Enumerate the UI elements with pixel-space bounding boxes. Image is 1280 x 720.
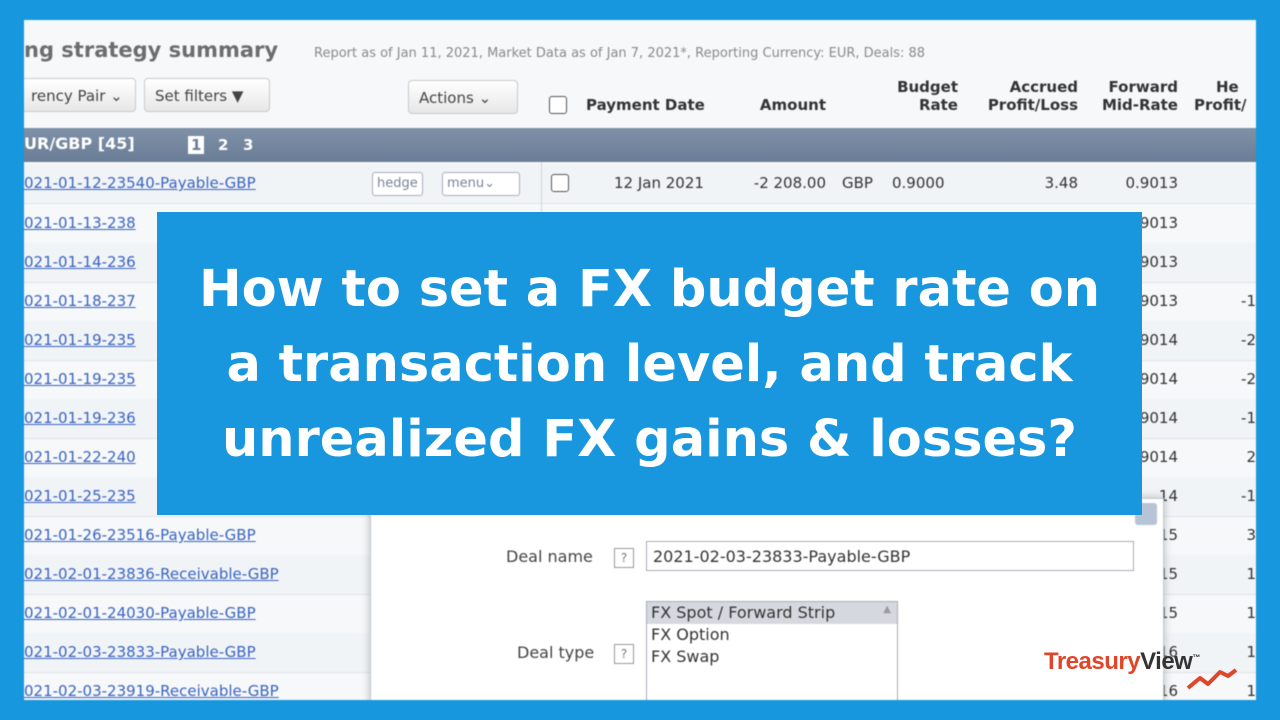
hedge-header-line1: He <box>1216 78 1239 96</box>
banner-heading: How to set a FX budget rate on a transac… <box>157 252 1142 477</box>
deal-link[interactable]: 021-01-19-235 <box>24 370 136 388</box>
budget-rate-header-line1: Budget <box>897 78 958 96</box>
report-meta: Report as of Jan 11, 2021, Market Data a… <box>314 46 926 61</box>
accrued-header-line2: Profit/Loss <box>987 96 1078 114</box>
forward-rate-cell: 0.9013 <box>1125 174 1179 192</box>
hedge-pl-cell: 3 <box>1246 526 1256 544</box>
amount-cell: -2 208.00 <box>753 174 826 192</box>
chevron-down-icon: ⌄ <box>110 87 123 105</box>
title-banner: How to set a FX budget rate on a transac… <box>157 212 1142 515</box>
forward-header[interactable]: Forward Mid-Rate <box>1086 78 1178 114</box>
payment-date-header[interactable]: Payment Date <box>586 96 705 114</box>
logo-part-2: View <box>1140 648 1193 675</box>
forward-header-line2: Mid-Rate <box>1101 96 1178 114</box>
set-filters-label: Set filters <box>155 87 228 105</box>
banner-line-3: unrealized FX gains & losses? <box>222 410 1077 469</box>
deal-link[interactable]: 021-01-18-237 <box>24 292 136 310</box>
deal-link[interactable]: 021-01-14-236 <box>24 253 136 271</box>
budget-rate-header-line2: Rate <box>918 96 958 114</box>
accrued-header-line1: Accrued <box>1009 78 1078 96</box>
hedge-pl-cell: -1 <box>1241 409 1256 427</box>
deal-type-option[interactable]: FX Swap <box>647 646 897 668</box>
deal-link[interactable]: 021-01-19-235 <box>24 331 136 349</box>
forward-header-line1: Forward <box>1108 78 1178 96</box>
treasuryview-logo: TreasuryView™ <box>1044 648 1244 690</box>
banner-line-2: a transaction level, and track <box>226 335 1073 394</box>
set-filters-button[interactable]: Set filters ▼ <box>144 78 270 112</box>
page-2-link[interactable]: 2 <box>218 136 228 154</box>
hedge-button[interactable]: hedge <box>372 172 423 196</box>
chevron-down-icon: ⌄ <box>478 89 492 107</box>
deal-type-listbox[interactable]: FX Spot / Forward Strip FX Option FX Swa… <box>646 601 898 700</box>
deal-link[interactable]: 021-01-26-23516-Payable-GBP <box>24 526 256 544</box>
deal-type-option[interactable]: FX Spot / Forward Strip <box>647 602 897 624</box>
deal-link[interactable]: 021-02-01-24030-Payable-GBP <box>24 604 256 622</box>
filter-icon: ▼ <box>231 87 244 105</box>
budget-rate-cell: 0.9000 <box>892 174 945 192</box>
deal-name-label: Deal name <box>506 547 593 566</box>
trademark: ™ <box>1192 653 1200 662</box>
page-3-link[interactable]: 3 <box>243 136 253 154</box>
thumbnail-frame: ng strategy summary Report as of Jan 11,… <box>0 0 1280 720</box>
deal-link[interactable]: 021-01-19-236 <box>24 409 136 427</box>
hedge-pl-cell: -2 <box>1241 370 1256 388</box>
currency-group-bar: UR/GBP [45] 1 2 3 <box>24 128 1256 162</box>
deal-link[interactable]: 021-01-12-23540-Payable-GBP <box>24 174 256 192</box>
chevron-down-icon: ⌄ <box>484 176 496 191</box>
accrued-cell: 3.48 <box>1044 174 1078 192</box>
deal-link[interactable]: 021-01-25-235 <box>24 487 136 505</box>
report-title: ng strategy summary <box>24 38 279 62</box>
group-label: UR/GBP [45] <box>24 134 135 153</box>
deal-link[interactable]: 021-02-03-23833-Payable-GBP <box>24 643 256 661</box>
hedge-pl-cell: -2 <box>1241 331 1256 349</box>
menu-label: menu <box>447 176 485 191</box>
deal-link[interactable]: 021-01-13-238 <box>24 214 136 232</box>
deal-name-input[interactable]: 2021-02-03-23833-Payable-GBP <box>646 541 1134 571</box>
hedge-pl-cell: 1 <box>1246 565 1256 583</box>
hedge-pl-cell: 1 <box>1246 604 1256 622</box>
currency-cell: GBP <box>842 174 873 192</box>
select-all-checkbox[interactable] <box>549 96 567 114</box>
logo-part-1: Treasury <box>1044 648 1141 675</box>
deal-type-label: Deal type <box>517 643 595 662</box>
menu-dropdown[interactable]: menu⌄ <box>442 172 520 196</box>
logo-wordmark: TreasuryView™ <box>1044 648 1200 675</box>
actions-dropdown[interactable]: Actions ⌄ <box>408 80 518 114</box>
help-icon[interactable]: ? <box>614 644 634 664</box>
actions-label: Actions <box>419 89 474 107</box>
deal-type-option[interactable]: FX Option <box>647 624 897 646</box>
deal-link[interactable]: 021-02-03-23919-Receivable-GBP <box>24 682 279 700</box>
payment-date-cell: 12 Jan 2021 <box>614 174 704 192</box>
budget-rate-header[interactable]: Budget Rate <box>872 78 958 114</box>
help-icon[interactable]: ? <box>614 548 634 568</box>
row-checkbox[interactable] <box>551 174 569 192</box>
amount-header[interactable]: Amount <box>744 96 826 114</box>
hedge-header-line2: Profit/ <box>1194 96 1247 114</box>
accrued-header[interactable]: Accrued Profit/Loss <box>968 78 1078 114</box>
hedge-header[interactable]: He Profit/ <box>1194 78 1246 114</box>
deal-link[interactable]: 021-01-22-240 <box>24 448 136 466</box>
deal-link[interactable]: 021-02-01-23836-Receivable-GBP <box>24 565 279 583</box>
chart-swoosh-icon <box>1186 668 1238 690</box>
page-1-link[interactable]: 1 <box>188 136 205 154</box>
table-row: 021-01-12-23540-Payable-GBP hedge menu⌄ … <box>24 164 1256 204</box>
scroll-up-icon[interactable]: ▲ <box>883 604 891 615</box>
hedge-pl-cell: 2 <box>1246 448 1256 466</box>
banner-line-1: How to set a FX budget rate on <box>198 260 1101 319</box>
hedge-pl-cell: -1 <box>1241 487 1256 505</box>
currency-pair-label: rency Pair <box>31 87 106 105</box>
currency-pair-dropdown[interactable]: rency Pair ⌄ <box>24 78 136 112</box>
hedge-pl-cell: -1 <box>1241 292 1256 310</box>
